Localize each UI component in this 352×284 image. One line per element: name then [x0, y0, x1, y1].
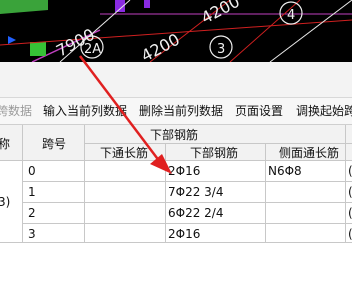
- row-0-span[interactable]: 0: [28, 164, 36, 178]
- grid-hline: [22, 202, 352, 203]
- copy-span-data-button[interactable]: 跨数据: [0, 104, 32, 118]
- row-2-right-edge[interactable]: (: [348, 206, 352, 220]
- grid-vline: [22, 125, 23, 242]
- cad-viewport[interactable]: 7900 4200 4200 2A 3 4: [0, 0, 352, 62]
- rebar-table: 称 跨号 下部钢筋 下通长筋 下部钢筋 侧面通长筋 0 2Φ16 N6Φ8 ( …: [0, 125, 352, 284]
- green-beam-block: [0, 0, 48, 14]
- swap-start-span-button[interactable]: 调换起始跨: [296, 104, 352, 118]
- span-no-header: 跨号: [42, 137, 67, 151]
- axis-label-2a: 2A: [84, 42, 101, 57]
- white-axis-line-2: [269, 0, 352, 62]
- green-selected-element: [30, 42, 46, 56]
- row-2-span[interactable]: 2: [28, 206, 36, 220]
- row-1-right-edge[interactable]: (: [348, 185, 352, 199]
- left-stub-value: 3): [0, 195, 11, 209]
- axis-label-3: 3: [217, 42, 225, 57]
- delete-current-column-button[interactable]: 删除当前列数据: [139, 104, 223, 118]
- grid-hline: [84, 143, 352, 144]
- row-3-right-edge[interactable]: (: [348, 227, 352, 241]
- input-current-column-button[interactable]: 输入当前列数据: [43, 104, 127, 118]
- left-stub-header: 称: [0, 137, 11, 151]
- table-toolbar: 跨数据 输入当前列数据 删除当前列数据 页面设置 调换起始跨: [0, 98, 352, 125]
- side-through-header: 侧面通长筋: [279, 146, 340, 160]
- bottom-rebar-header: 下部钢筋: [190, 146, 239, 160]
- bottom-through-header: 下通长筋: [100, 146, 149, 160]
- row-3-span[interactable]: 3: [28, 227, 36, 241]
- grid-hline: [0, 242, 352, 243]
- grid-hline: [0, 160, 352, 161]
- row-2-bottom-rebar[interactable]: 6Φ22 2/4: [168, 206, 223, 220]
- grid-vline: [165, 143, 166, 242]
- row-1-bottom-rebar[interactable]: 7Φ22 3/4: [168, 185, 223, 199]
- row-0-right-edge[interactable]: (: [348, 164, 352, 178]
- row-0-side-rebar[interactable]: N6Φ8: [268, 164, 302, 178]
- grid-vline: [265, 143, 266, 242]
- blue-marker: [8, 36, 16, 44]
- grid-hline: [22, 223, 352, 224]
- row-1-span[interactable]: 1: [28, 185, 36, 199]
- purple-column-small: [144, 0, 150, 8]
- row-0-bottom-rebar[interactable]: 2Φ16: [168, 164, 200, 178]
- grid-hline: [22, 181, 352, 182]
- row-3-bottom-rebar[interactable]: 2Φ16: [168, 227, 200, 241]
- page-setup-button[interactable]: 页面设置: [235, 104, 283, 118]
- panel-separator: [0, 62, 352, 98]
- cad-drawing: 7900 4200 4200 2A 3 4: [0, 0, 352, 62]
- axis-label-4: 4: [287, 8, 295, 23]
- bottom-rebar-group-header: 下部钢筋: [150, 128, 199, 142]
